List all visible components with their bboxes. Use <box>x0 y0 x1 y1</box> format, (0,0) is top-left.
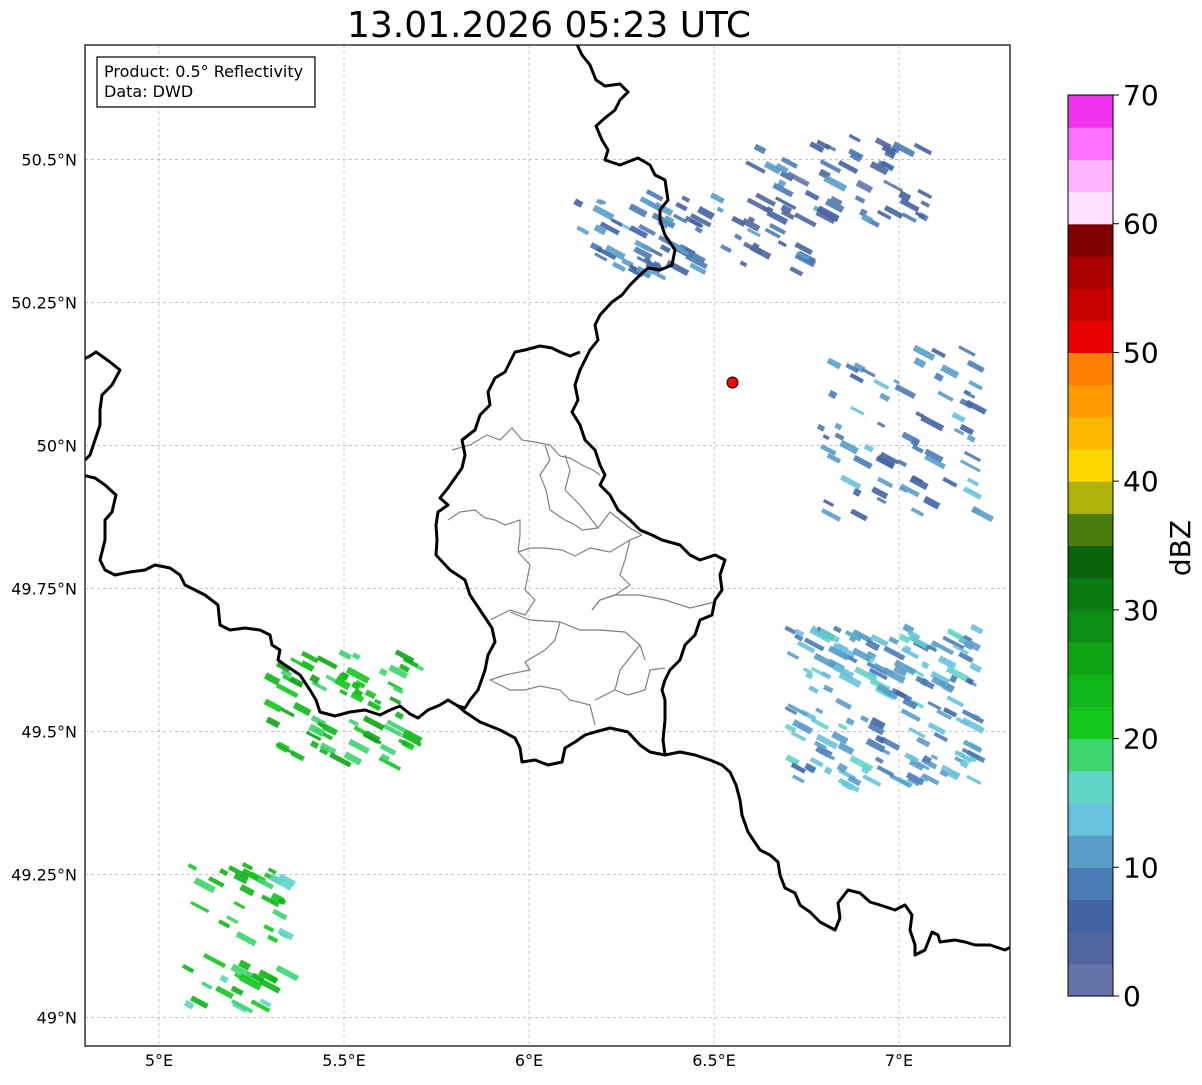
colorbar-tick-label: 0 <box>1123 980 1141 1013</box>
colorbar-bin <box>1068 802 1113 836</box>
lat-tick-label: 49.25°N <box>11 865 77 884</box>
chart-title: 13.01.2026 05:23 UTC <box>347 5 751 46</box>
colorbar-bin <box>1068 770 1113 804</box>
colorbar-bin <box>1068 577 1113 611</box>
lon-tick-label: 6°E <box>515 1051 543 1070</box>
colorbar-bin <box>1068 835 1113 868</box>
lat-tick-label: 50.5°N <box>21 150 77 169</box>
info-product: Product: 0.5° Reflectivity <box>104 62 303 81</box>
colorbar-bin <box>1068 674 1113 707</box>
colorbar-bin <box>1068 513 1113 547</box>
lon-tick-label: 7°E <box>885 1051 913 1070</box>
colorbar-bin <box>1068 223 1113 257</box>
radar-site-dot[interactable] <box>726 376 739 389</box>
colorbar-bin <box>1068 127 1113 160</box>
colorbar-tick-label: 60 <box>1123 208 1159 241</box>
colorbar-bin <box>1068 963 1113 997</box>
colorbar-tick-label: 30 <box>1123 594 1159 627</box>
colorbar-bin <box>1068 288 1113 321</box>
lon-tick-label: 5°E <box>145 1051 173 1070</box>
colorbar-bin <box>1068 706 1113 740</box>
colorbar-tick-label: 40 <box>1123 465 1159 498</box>
colorbar-bin <box>1068 738 1113 772</box>
colorbar-bin <box>1068 95 1113 128</box>
colorbar-bin <box>1068 545 1113 579</box>
lat-tick-label: 50.25°N <box>11 293 77 312</box>
colorbar-bin <box>1068 352 1113 386</box>
colorbar-tick-label: 20 <box>1123 723 1159 756</box>
colorbar-bin <box>1068 159 1113 193</box>
info-box: Product: 0.5° Reflectivity Data: DWD <box>96 56 316 108</box>
colorbar-bin <box>1068 867 1113 901</box>
colorbar-bin <box>1068 609 1113 643</box>
colorbar-bin <box>1068 448 1113 482</box>
colorbar-bin <box>1068 642 1113 675</box>
lat-tick-label: 49°N <box>37 1008 77 1027</box>
colorbar-bin <box>1068 320 1113 354</box>
figure-svg: 13.01.2026 05:23 UTC 5°E 5.5°E 6°E 6.5°E… <box>11 5 1197 1070</box>
radar-site-marker[interactable] <box>726 376 739 389</box>
radar-map-figure: 13.01.2026 05:23 UTC 5°E 5.5°E 6°E 6.5°E… <box>0 0 1202 1081</box>
colorbar-bin <box>1068 255 1113 289</box>
colorbar-bin <box>1068 481 1113 514</box>
colorbar-tick-label: 10 <box>1123 851 1159 884</box>
map-background <box>85 45 1010 1046</box>
colorbar-bin <box>1068 191 1113 225</box>
lat-tick-label: 50°N <box>37 436 77 455</box>
lon-tick-label: 5.5°E <box>322 1051 366 1070</box>
lat-tick-label: 49.75°N <box>11 579 77 598</box>
lat-tick-label: 49.5°N <box>21 722 77 741</box>
colorbar-bin <box>1068 416 1113 450</box>
info-data-source: Data: DWD <box>104 82 193 101</box>
lon-tick-label: 6.5°E <box>692 1051 736 1070</box>
colorbar-bin <box>1068 899 1113 933</box>
colorbar-bin <box>1068 931 1113 965</box>
colorbar: 0 10 20 30 40 50 60 70 <box>1067 79 1159 1013</box>
map-area[interactable] <box>82 40 1015 1046</box>
colorbar-label: dBZ <box>1164 520 1197 576</box>
colorbar-tick-label: 50 <box>1123 336 1159 369</box>
colorbar-tick-label: 70 <box>1123 79 1159 112</box>
colorbar-bin <box>1068 384 1113 418</box>
